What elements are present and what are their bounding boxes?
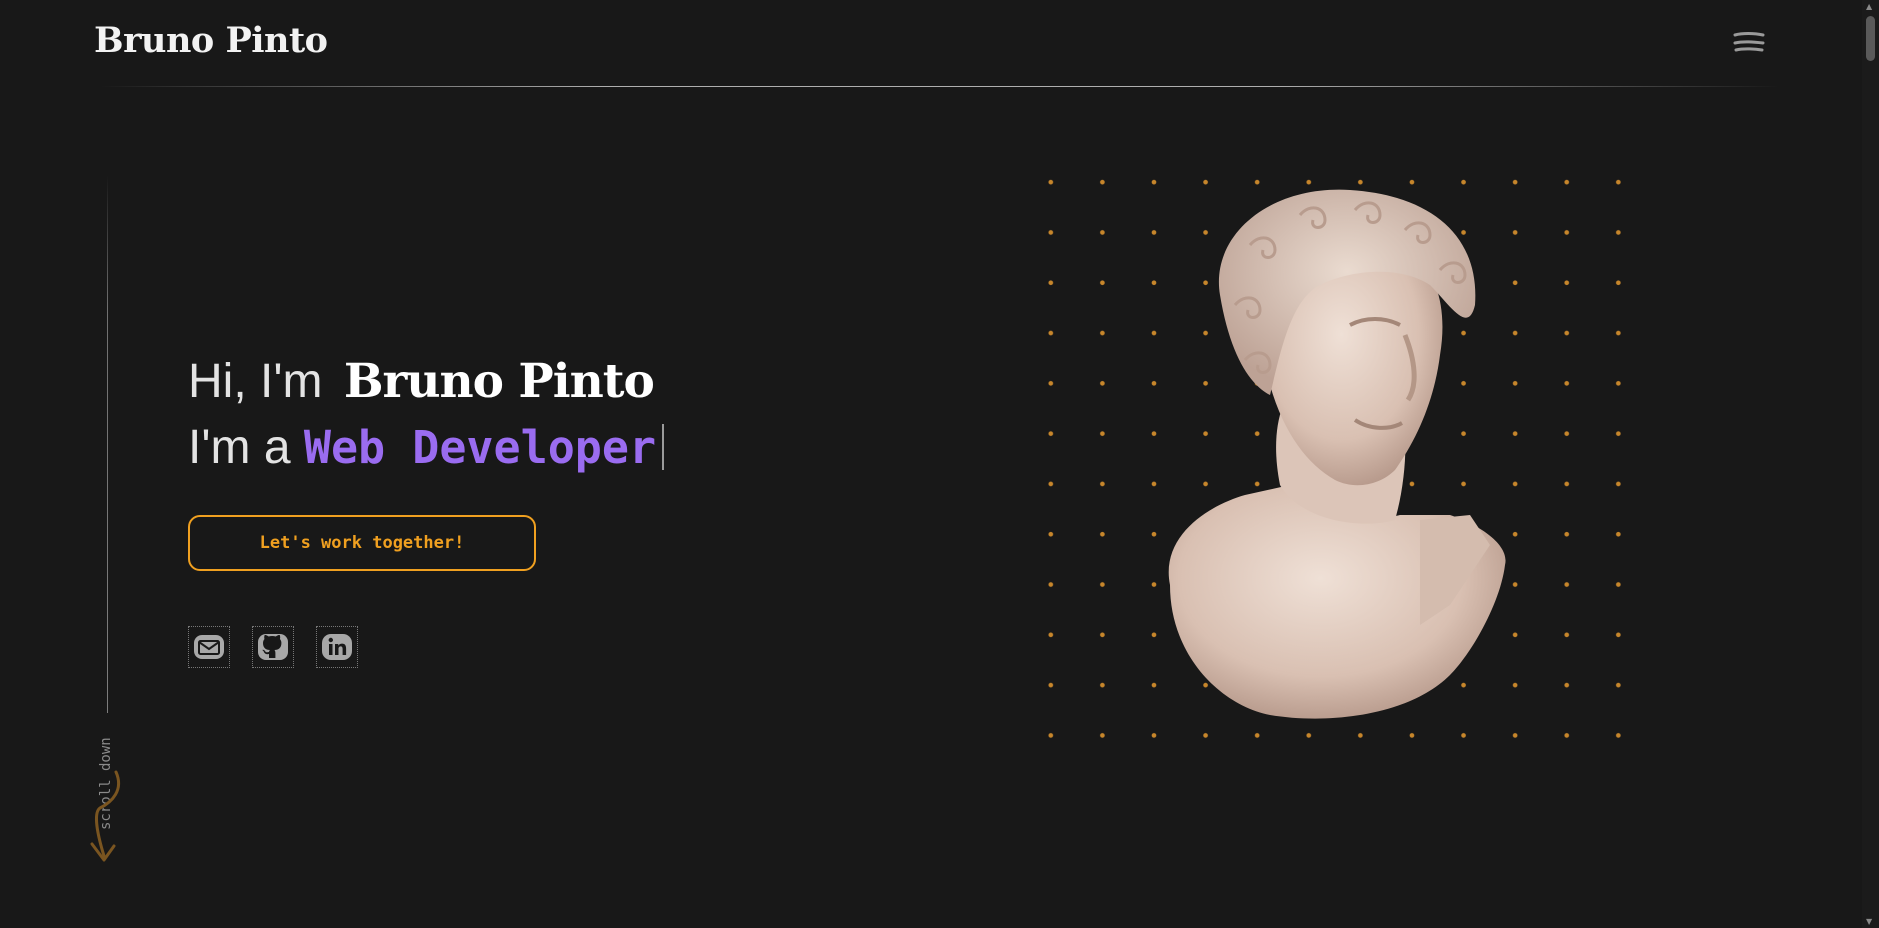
- site-logo[interactable]: Bruno Pinto: [94, 20, 328, 61]
- menu-button[interactable]: [1732, 30, 1766, 56]
- linkedin-icon: [322, 634, 352, 660]
- header-divider: [100, 86, 1780, 87]
- hero-name: Bruno Pinto: [335, 352, 662, 412]
- mail-icon: [194, 635, 224, 659]
- side-line: [107, 175, 108, 713]
- menu-icon: [1733, 32, 1765, 52]
- github-icon: [258, 634, 288, 660]
- typing-caret: [662, 424, 665, 471]
- greeting-text: Hi, I'm: [188, 355, 323, 408]
- page-scrollbar[interactable]: ▲ ▼: [1862, 0, 1879, 928]
- scrollbar-thumb[interactable]: [1866, 16, 1875, 61]
- work-together-button[interactable]: Let's work together!: [188, 515, 536, 571]
- social-links: [188, 626, 358, 668]
- hero-role-line: I'm a Web Developer: [188, 418, 665, 478]
- scroll-down-icon[interactable]: ▼: [1866, 917, 1872, 926]
- role-prefix: I'm a: [188, 421, 291, 474]
- linkedin-link[interactable]: [316, 626, 358, 668]
- role-text: Web Developer: [303, 421, 657, 474]
- scroll-down-arrow-icon[interactable]: [86, 760, 126, 870]
- statue-bust-image: [1168, 189, 1506, 719]
- github-link[interactable]: [252, 626, 294, 668]
- scroll-up-arrow-icon[interactable]: ▲: [1866, 2, 1872, 11]
- email-link[interactable]: [188, 626, 230, 668]
- hero-greeting-line: Hi, I'm Bruno Pinto: [188, 352, 662, 412]
